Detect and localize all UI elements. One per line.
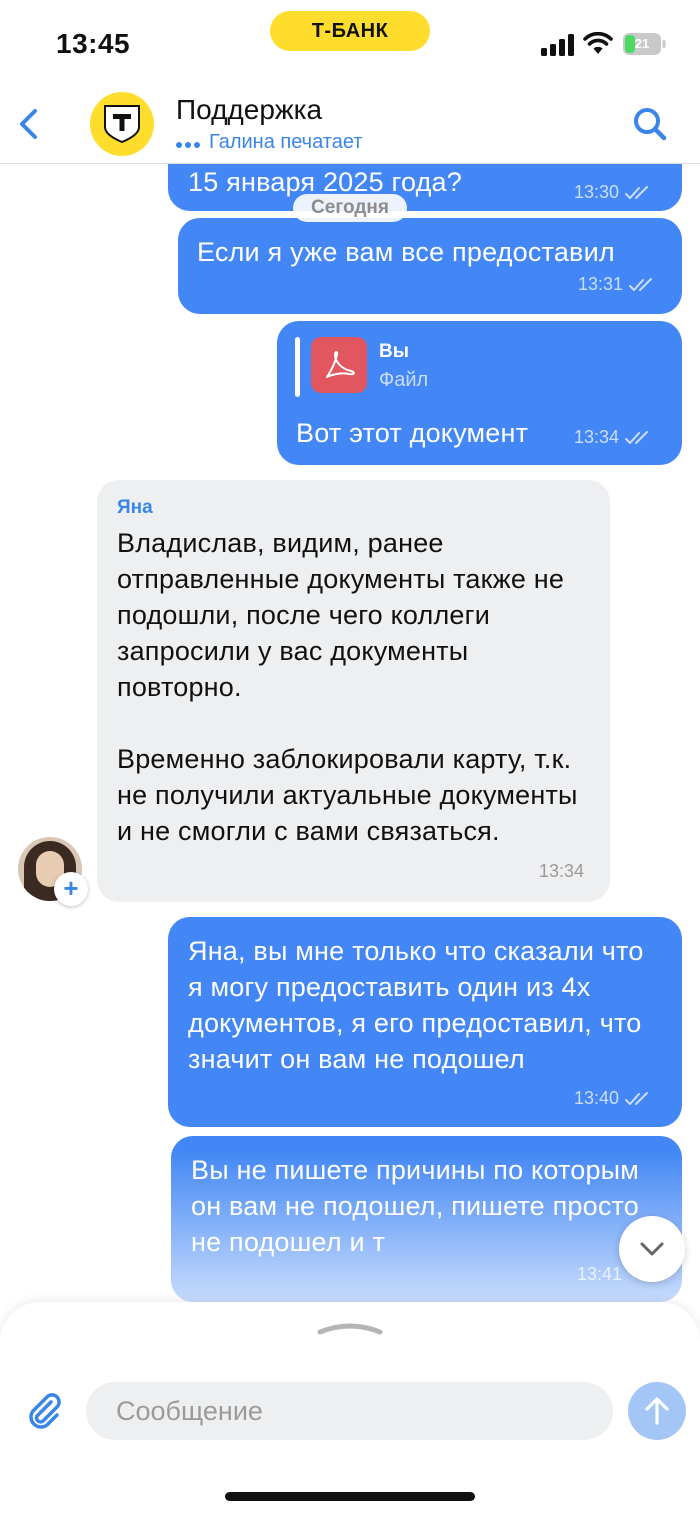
message-paragraph: Владислав, видим, ранее отправленные док… [117,528,565,702]
message-meta: 13:31 [578,274,657,295]
message-meta: 13:34 [539,861,584,882]
reply-author: Вы [379,341,409,362]
chevron-down-icon [640,1242,664,1256]
double-check-icon [625,430,649,444]
acrobat-icon [326,351,355,378]
sender-name: Яна [117,497,153,518]
status-bar: 13:45 Т-БАНК 21 [0,0,700,88]
arrow-up-icon [645,1397,669,1425]
message-time: 13:41 [577,1264,623,1284]
reply-quote-bar [295,337,300,397]
typing-text: Галина печатает [209,131,363,153]
add-contact-button[interactable]: + [54,872,88,906]
message-meta: 13:41 [577,1264,622,1285]
message-bubble-outgoing[interactable]: 15 января 2025 года? 13:30 [168,164,682,211]
status-time: 13:45 [56,28,131,59]
battery-level: 21 [634,36,650,51]
composer [0,1302,700,1515]
search-icon[interactable] [630,104,670,144]
double-check-icon [629,277,653,291]
message-bubble-outgoing[interactable]: Яна, вы мне только что сказали что я мог… [168,917,682,1127]
message-bubble-outgoing[interactable]: Вы не пишете причины по которым он вам н… [171,1136,682,1302]
message-meta: 13:40 [574,1088,653,1109]
expand-handle-icon[interactable] [316,1318,384,1338]
message-text: Вы не пишете причины по которым он вам н… [191,1155,640,1257]
typing-dots-icon [176,131,203,154]
wifi-icon [583,32,613,54]
tbank-logo-icon [104,105,140,143]
message-time: 13:40 [574,1088,620,1108]
message-input[interactable] [86,1382,613,1440]
message-time: 13:30 [574,182,620,202]
chat-avatar[interactable] [90,92,154,156]
pdf-file-icon[interactable] [311,337,367,393]
message-time: 13:34 [574,427,620,447]
message-bubble-outgoing[interactable]: Вы Файл Вот этот документ 13:34 [277,321,682,465]
chat-title[interactable]: Поддержка [176,94,322,126]
message-bubble-outgoing[interactable]: Если я уже вам все предоставил 13:31 [178,218,682,314]
message-meta: 13:30 [574,182,653,203]
chat-header: Поддержка Галина печатает [0,88,700,164]
typing-indicator: Галина печатает [176,131,362,154]
home-indicator [225,1492,475,1501]
message-time: 13:31 [578,274,624,294]
scroll-down-button[interactable] [619,1216,685,1282]
send-button[interactable] [628,1382,686,1440]
paperclip-icon[interactable] [24,1390,64,1430]
reply-file-label: Файл [379,369,429,391]
message-bubble-incoming[interactable]: Яна Владислав, видим, ранее отправленные… [97,480,610,902]
bank-badge[interactable]: Т-БАНК [270,11,430,51]
message-text: Вот этот документ [296,418,529,448]
message-meta: 13:34 [574,427,653,448]
message-text: Если я уже вам все предоставил [197,237,615,267]
message-list[interactable]: 15 января 2025 года? 13:30 Сегодня Если … [0,164,700,1304]
cellular-signal-icon [541,34,574,56]
chevron-left-icon[interactable] [8,102,52,146]
message-paragraph: Временно заблокировали карту, т.к. не по… [117,744,578,846]
message-text: Яна, вы мне только что сказали что я мог… [188,936,644,1074]
date-separator: Сегодня [293,194,407,222]
double-check-icon [625,1091,649,1105]
double-check-icon [625,185,649,199]
message-time: 13:34 [539,861,585,881]
